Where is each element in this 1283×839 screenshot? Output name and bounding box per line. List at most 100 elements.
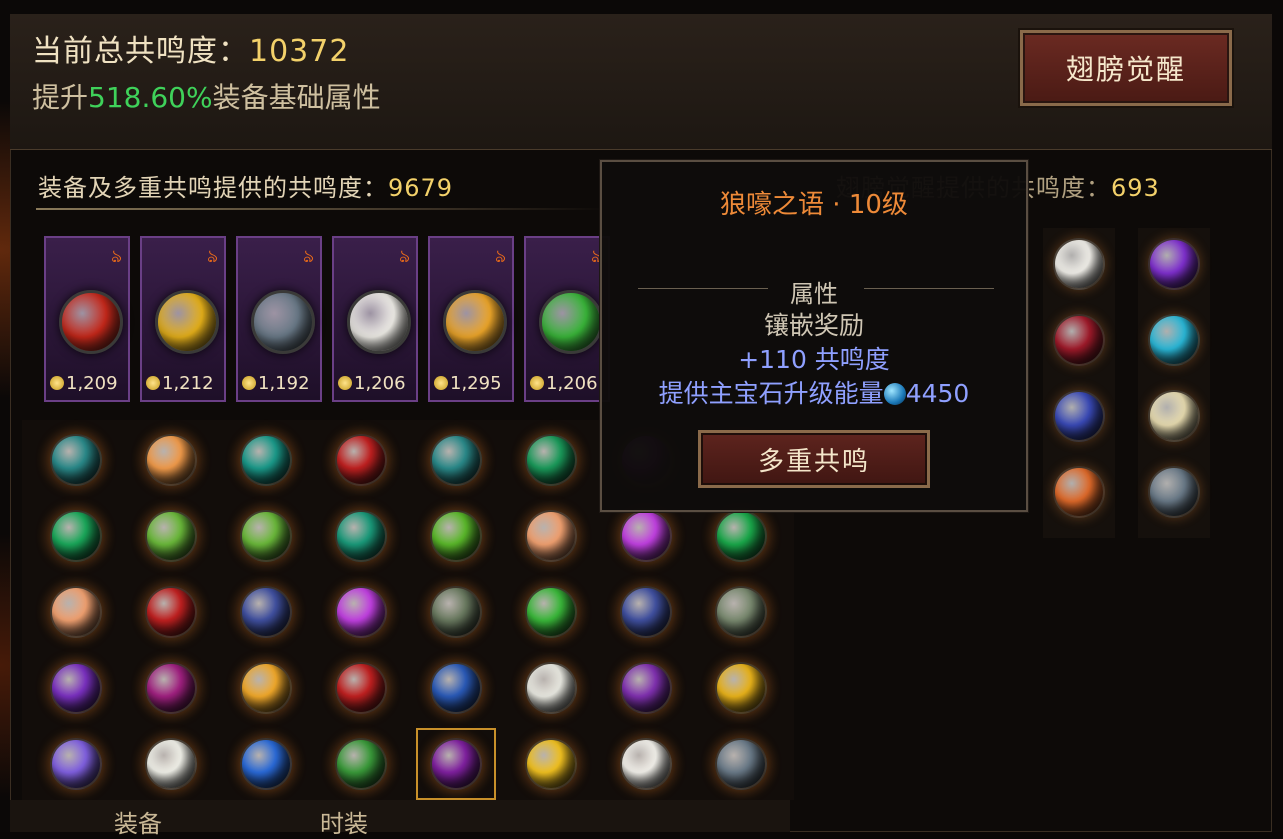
gem-slot[interactable] — [701, 652, 781, 724]
wing-awaken-button[interactable]: 翅膀觉醒 — [1020, 30, 1232, 106]
gem-icon — [240, 434, 292, 486]
gem-slot[interactable] — [226, 424, 306, 496]
gem-icon — [50, 662, 102, 714]
gem-slot[interactable] — [226, 728, 306, 800]
equipment-card[interactable]: ঌ 1,212 — [140, 236, 226, 402]
gem-slot[interactable] — [606, 652, 686, 724]
card-rank-icon: ঌ — [207, 246, 218, 267]
main-gem-icon — [443, 290, 507, 354]
gem-slot[interactable] — [226, 652, 306, 724]
wing-gem-slot[interactable] — [1043, 228, 1115, 300]
gem-icon — [620, 662, 672, 714]
equipment-card[interactable]: ঌ 1,209 — [44, 236, 130, 402]
gem-icon — [1053, 314, 1105, 366]
gem-slot[interactable] — [321, 728, 401, 800]
gem-icon — [240, 586, 292, 638]
gem-slot[interactable] — [131, 500, 211, 572]
gem-icon — [715, 510, 767, 562]
gem-slot[interactable] — [321, 500, 401, 572]
main-gem-icon — [347, 290, 411, 354]
wing-gem-slot[interactable] — [1138, 456, 1210, 528]
gem-slot[interactable] — [36, 424, 116, 496]
equipment-card[interactable]: ঌ 1,295 — [428, 236, 514, 402]
gem-icon — [240, 510, 292, 562]
tooltip-title: 狼嚎之语 · 10级 — [720, 190, 908, 220]
coin-icon — [338, 376, 352, 390]
gem-icon — [335, 738, 387, 790]
wing-gem-slot[interactable] — [1043, 456, 1115, 528]
card-resonance-value: 1,206 — [530, 373, 598, 394]
card-resonance-value: 1,209 — [50, 373, 118, 394]
gem-icon — [1148, 466, 1200, 518]
equipment-card[interactable]: ঌ 1,206 — [524, 236, 610, 402]
gem-slot[interactable] — [226, 576, 306, 648]
gem-slot[interactable] — [606, 576, 686, 648]
gem-slot[interactable] — [131, 424, 211, 496]
gem-icon — [430, 662, 482, 714]
gem-slot[interactable] — [131, 652, 211, 724]
gem-icon — [50, 586, 102, 638]
gem-icon — [145, 434, 197, 486]
gem-slot[interactable] — [511, 576, 591, 648]
gem-icon — [145, 586, 197, 638]
equipment-card[interactable]: ঌ 1,206 — [332, 236, 418, 402]
gem-slot[interactable] — [321, 424, 401, 496]
tab-equipment[interactable]: 装备 — [114, 804, 162, 839]
multi-resonance-button[interactable]: 多重共鸣 — [698, 430, 930, 488]
gem-slot[interactable] — [701, 728, 781, 800]
gem-slot[interactable] — [36, 576, 116, 648]
gem-slot[interactable] — [36, 652, 116, 724]
wing-gem-slot[interactable] — [1138, 380, 1210, 452]
wing-gem-slot[interactable] — [1043, 380, 1115, 452]
coin-icon — [50, 376, 64, 390]
gem-slot[interactable] — [416, 500, 496, 572]
tab-fashion[interactable]: 时装 — [320, 804, 368, 839]
gem-icon — [1148, 238, 1200, 290]
gem-slot[interactable] — [511, 652, 591, 724]
gem-slot[interactable] — [511, 728, 591, 800]
gem-slot[interactable] — [511, 424, 591, 496]
gem-icon — [1148, 390, 1200, 442]
gem-slot[interactable] — [416, 576, 496, 648]
gem-slot[interactable] — [131, 728, 211, 800]
coin-icon — [434, 376, 448, 390]
gem-icon — [620, 586, 672, 638]
gem-icon — [335, 434, 387, 486]
gem-slot[interactable] — [321, 576, 401, 648]
gem-slot[interactable] — [606, 728, 686, 800]
card-resonance-value: 1,192 — [242, 373, 310, 394]
gem-icon — [525, 586, 577, 638]
gem-slot[interactable] — [701, 576, 781, 648]
tooltip-section: 属性 — [790, 280, 838, 308]
tooltip-resonance: +110 共鸣度 — [738, 345, 890, 374]
gem-icon — [430, 586, 482, 638]
main-gem-icon — [251, 290, 315, 354]
wing-gem-slot[interactable] — [1138, 228, 1210, 300]
gem-slot[interactable] — [226, 500, 306, 572]
gem-icon — [715, 738, 767, 790]
gem-slot[interactable] — [36, 728, 116, 800]
gem-slot[interactable] — [321, 652, 401, 724]
gem-icon — [620, 738, 672, 790]
wing-gem-slot[interactable] — [1138, 304, 1210, 376]
card-rank-icon: ঌ — [111, 246, 122, 267]
equipment-resonance: 装备及多重共鸣提供的共鸣度：9679 — [38, 168, 453, 203]
gem-slot[interactable] — [416, 424, 496, 496]
gem-slot[interactable] — [36, 500, 116, 572]
boost-prefix: 提升 — [32, 81, 89, 114]
boost-percent: 518.60% — [88, 81, 213, 114]
gem-icon — [1053, 390, 1105, 442]
gem-icon — [1053, 466, 1105, 518]
gem-slot[interactable] — [131, 576, 211, 648]
bottom-tabs: 装备 时装 — [10, 800, 790, 838]
gem-slot[interactable] — [511, 500, 591, 572]
gem-icon — [240, 738, 292, 790]
gem-slot[interactable] — [416, 728, 496, 800]
gem-icon — [430, 434, 482, 486]
equipment-card[interactable]: ঌ 1,192 — [236, 236, 322, 402]
gem-slot[interactable] — [416, 652, 496, 724]
equipment-resonance-value: 9679 — [388, 174, 454, 202]
coin-icon — [530, 376, 544, 390]
gem-icon — [620, 510, 672, 562]
wing-gem-slot[interactable] — [1043, 304, 1115, 376]
